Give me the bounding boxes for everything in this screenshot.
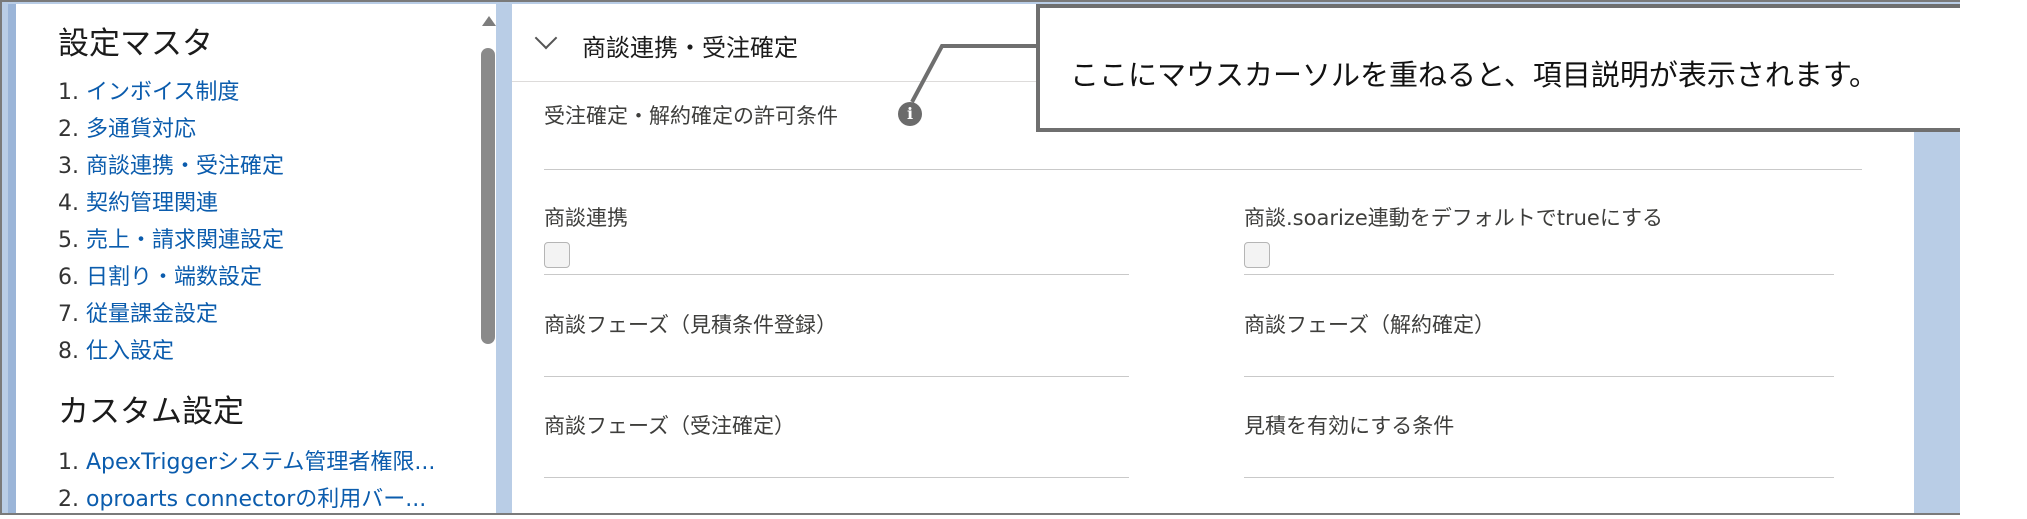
page-margin	[1960, 0, 2027, 519]
callout-text: ここにマウスカーソルを重ねると、項目説明が表示されます。	[1070, 58, 1878, 92]
annotation-callout: ここにマウスカーソルを重ねると、項目説明が表示されます。	[1036, 4, 1964, 132]
screenshot-frame: 設定マスタ 1. インボイス制度 2. 多通貨対応 3. 商談連携・受注確定 4…	[0, 0, 1968, 515]
